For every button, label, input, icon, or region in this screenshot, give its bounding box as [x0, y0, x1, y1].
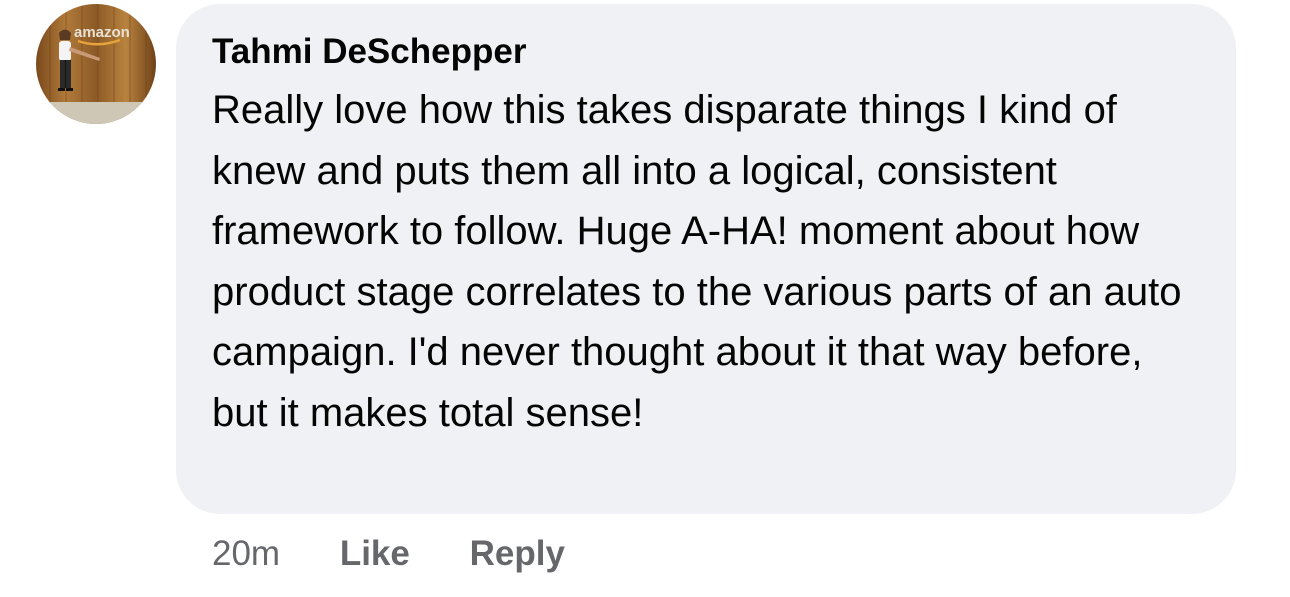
- comment-timestamp[interactable]: 20m: [212, 532, 280, 576]
- avatar[interactable]: amazon: [36, 4, 156, 124]
- amazon-logo: amazon: [74, 24, 130, 41]
- avatar-photo: amazon: [36, 4, 156, 124]
- reply-button[interactable]: Reply: [470, 532, 565, 576]
- like-button[interactable]: Like: [340, 532, 410, 576]
- comment-actions: 20m Like Reply: [212, 532, 565, 576]
- comment-bubble: Tahmi DeSchepper Really love how this ta…: [176, 4, 1236, 514]
- comment-author[interactable]: Tahmi DeSchepper: [212, 30, 1200, 74]
- comment-text: Really love how this takes disparate thi…: [212, 88, 1182, 435]
